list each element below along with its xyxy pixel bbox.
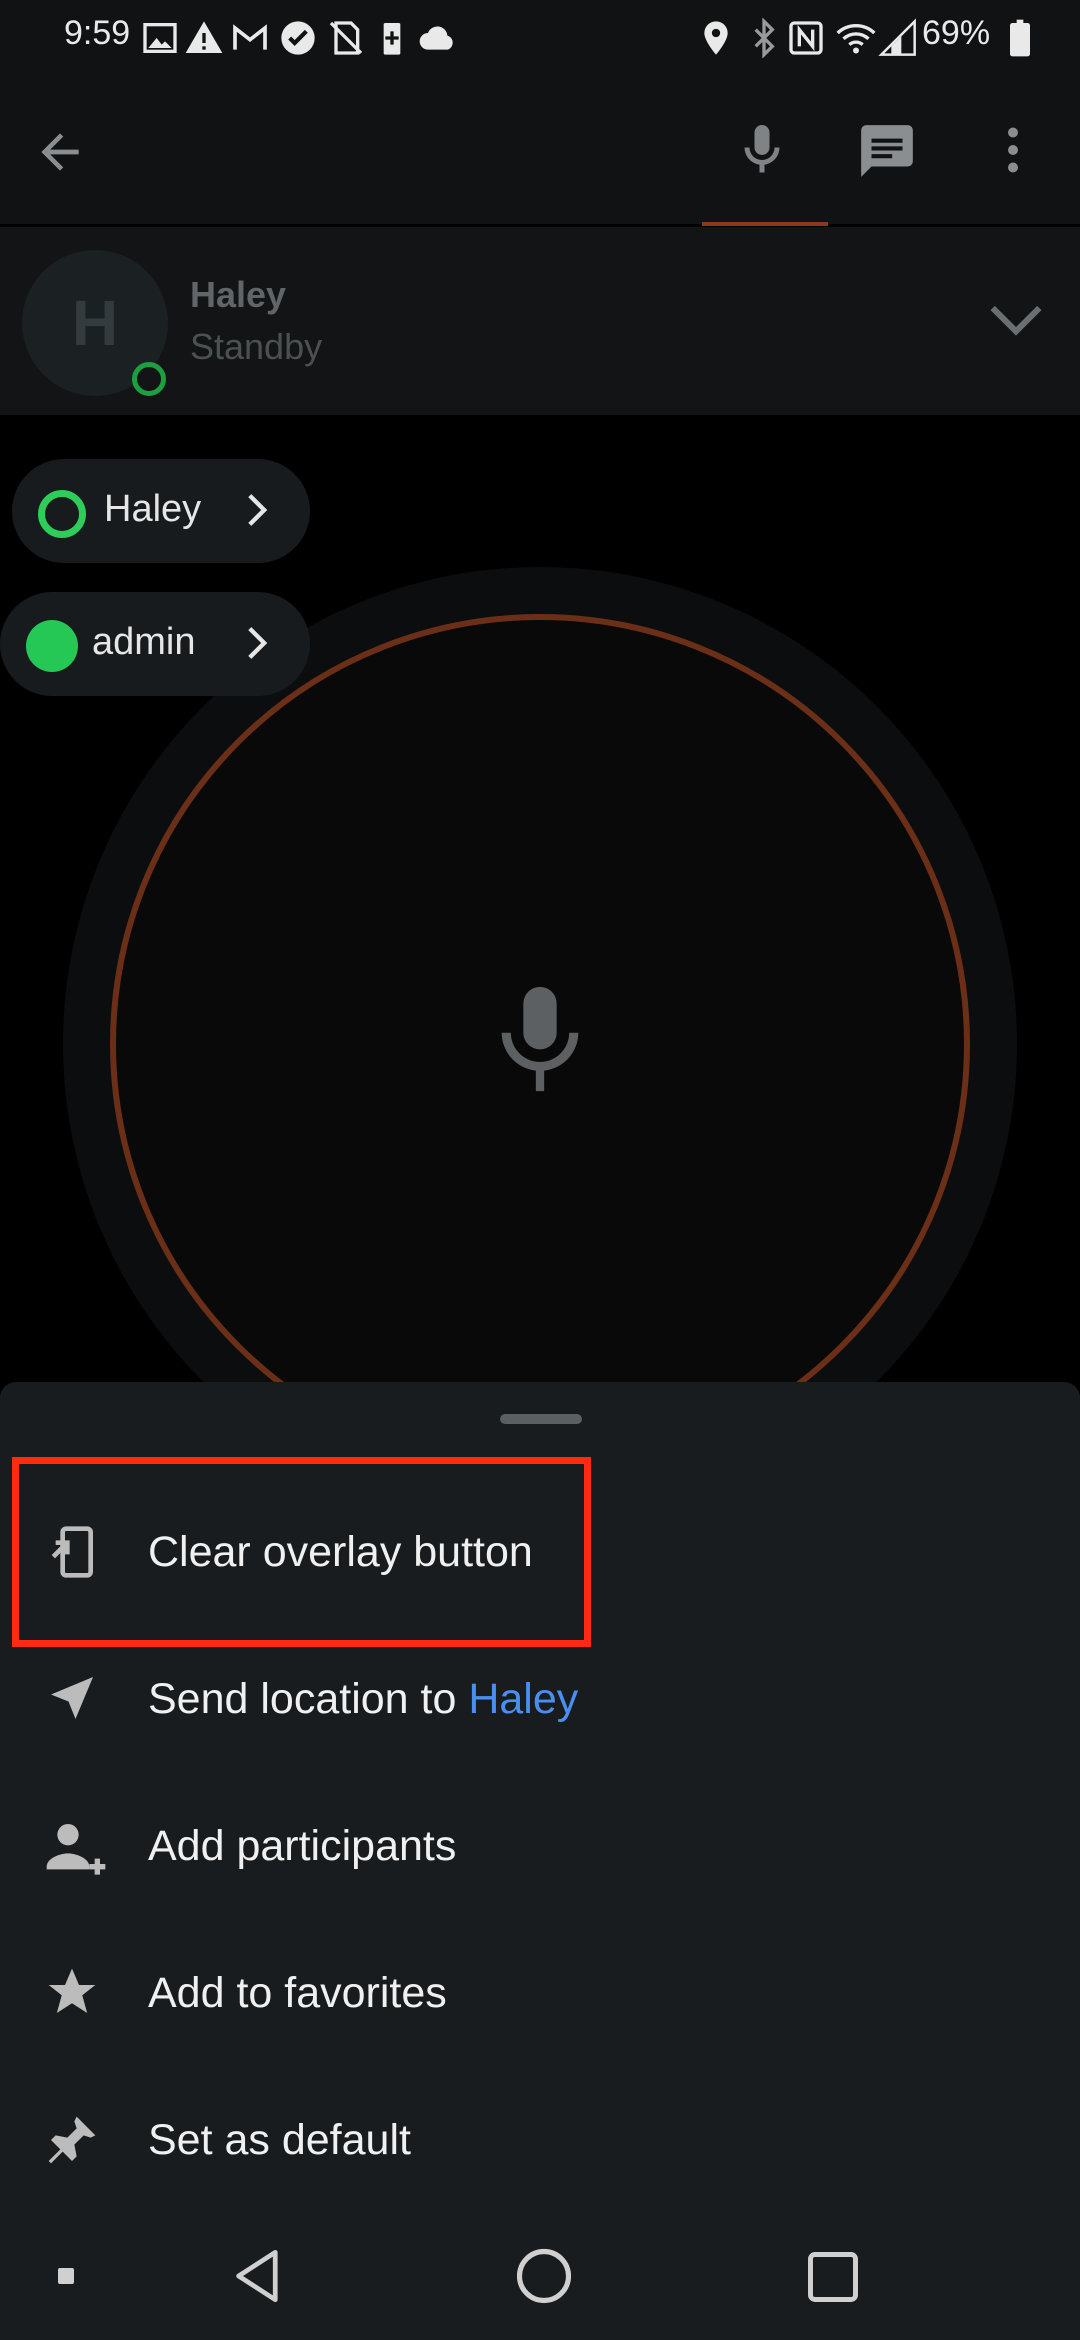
cloud-icon — [419, 26, 453, 50]
menu-label-prefix: Send location to — [148, 1675, 469, 1723]
check-circle-icon — [281, 21, 315, 55]
ptt-microphone-icon — [501, 986, 579, 1092]
tab-indicator — [702, 222, 828, 226]
battery-icon — [1010, 19, 1030, 57]
channel-status: Standby — [190, 326, 323, 367]
warning-icon — [185, 21, 223, 53]
highlight-annotation-box — [12, 1457, 591, 1647]
nfc-icon — [789, 21, 823, 55]
app-bar — [0, 78, 1080, 226]
menu-label: Add participants — [148, 1822, 457, 1870]
chevron-right-icon — [248, 494, 268, 526]
chevron-right-icon — [248, 627, 268, 659]
participant-name: Haley — [104, 488, 202, 530]
participant-name: admin — [92, 621, 196, 663]
back-arrow-icon[interactable] — [32, 124, 88, 180]
status-time: 9:59 — [64, 14, 131, 52]
menu-label: Set as default — [148, 2116, 411, 2164]
star-icon — [48, 1968, 96, 2013]
no-sim-icon — [329, 21, 363, 55]
nav-back-icon[interactable] — [232, 2248, 284, 2304]
more-vert-icon[interactable] — [990, 120, 1036, 180]
chevron-down-icon[interactable] — [988, 298, 1044, 346]
battery-saver-icon — [383, 23, 401, 55]
battery-percent: 69% — [922, 14, 991, 52]
nav-recents-icon[interactable] — [806, 2250, 860, 2304]
menu-label: Send location to Haley — [148, 1675, 578, 1724]
image-icon — [143, 23, 177, 53]
nav-home-icon[interactable] — [516, 2248, 572, 2304]
pin-icon — [48, 2116, 96, 2164]
menu-label-contact: Haley — [468, 1675, 579, 1723]
participant-status-ring — [38, 490, 86, 538]
signal-icon — [878, 18, 916, 56]
online-status-dot — [132, 362, 166, 396]
participant-status-dot — [26, 620, 78, 672]
person-add-icon — [46, 1824, 106, 1875]
navigation-icon — [51, 1677, 93, 1719]
channel-name: Haley — [190, 274, 287, 315]
bluetooth-icon — [754, 18, 775, 58]
microphone-icon[interactable] — [732, 120, 792, 180]
chat-icon[interactable] — [856, 120, 918, 182]
nav-dot-icon[interactable] — [56, 2266, 76, 2286]
location-icon — [704, 21, 728, 55]
wifi-icon — [836, 24, 876, 54]
sheet-drag-handle[interactable] — [500, 1414, 582, 1424]
menu-label: Add to favorites — [148, 1969, 447, 2017]
gmail-icon — [233, 24, 267, 50]
